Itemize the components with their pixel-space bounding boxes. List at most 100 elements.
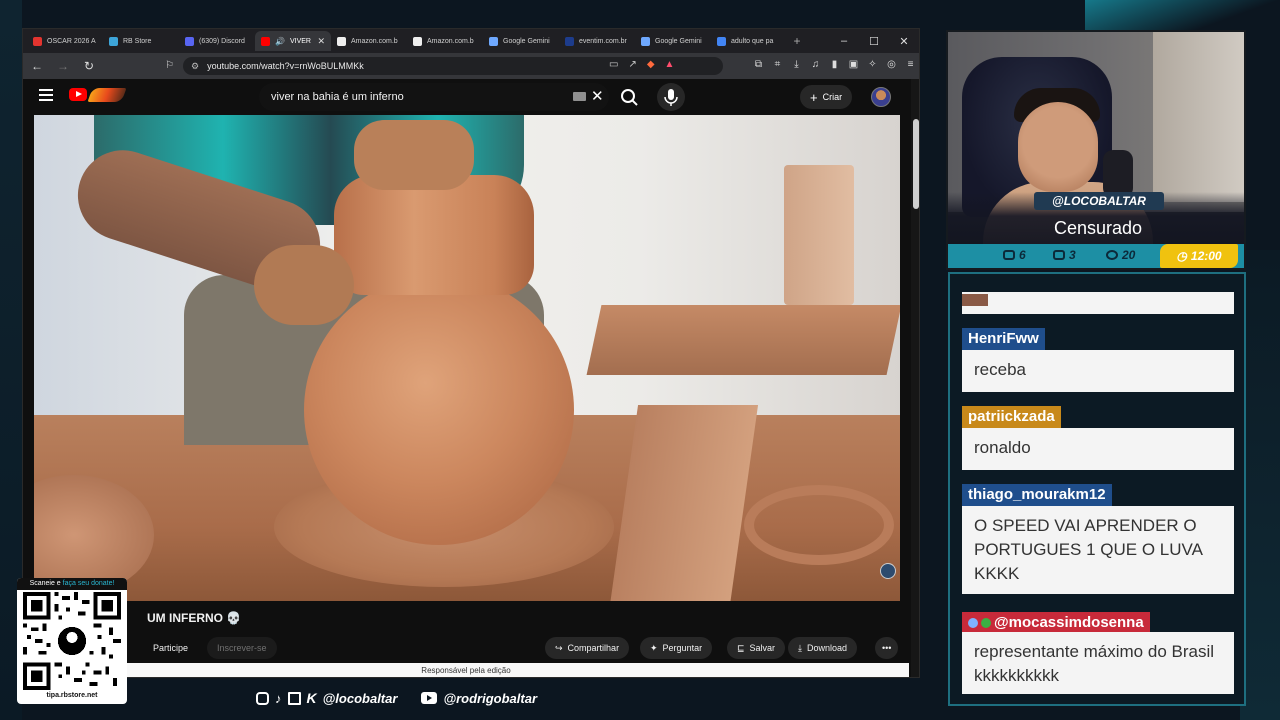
video-title: UM INFERNO 💀: [147, 611, 242, 625]
join-button[interactable]: Participe: [143, 637, 198, 659]
rewards-icon[interactable]: ▲: [665, 59, 675, 70]
vpn-icon[interactable]: ◎: [886, 59, 897, 70]
chat-message: ronaldo: [962, 428, 1234, 470]
tab-favicon-icon: [717, 36, 726, 46]
chat-count: 6: [1003, 248, 1026, 262]
bookmark-icon: ⊑: [737, 642, 745, 653]
extensions-icon[interactable]: ⧉: [753, 59, 764, 70]
kick-icon: K: [306, 690, 317, 706]
more-actions-button[interactable]: •••: [875, 637, 899, 659]
wallet-icon[interactable]: ▣: [848, 59, 859, 70]
download-button[interactable]: ⤓ Download: [788, 637, 858, 659]
address-actions: ▭ ↗ ◆ ▲: [609, 59, 674, 70]
donate-url: tipa.rbstore.net: [46, 692, 98, 699]
browser-tab[interactable]: Google Gemini: [483, 31, 559, 51]
sparkle-icon: ✦: [650, 642, 658, 653]
tab-favicon-icon: [413, 36, 422, 46]
tab-favicon-icon: [565, 36, 574, 46]
browser-tab[interactable]: (6309) Discord: [179, 31, 255, 51]
tab-favicon-icon: [489, 36, 498, 46]
forward-icon[interactable]: →: [55, 59, 71, 73]
browser-tab[interactable]: RB Store: [103, 31, 179, 51]
ai-icon[interactable]: ✧: [867, 59, 878, 70]
chat-message: O SPEED VAI APRENDER O PORTUGUES 1 QUE O…: [962, 506, 1234, 594]
browser-tab[interactable]: eventim.com.br: [559, 31, 635, 51]
music-icon[interactable]: ♫: [810, 59, 821, 70]
create-button[interactable]: + Criar: [800, 85, 853, 109]
donate-qr-card[interactable]: Scaneie e faça seu donate! tipa.rbstore.…: [17, 578, 127, 704]
chat-message: representante máximo do Brasil kkkkkkkkk…: [962, 632, 1234, 694]
video-info: UM INFERNO 💀 Participe Inscrever-se ↪ Com…: [23, 601, 919, 677]
share-button[interactable]: ↪ Compartilhar: [545, 637, 630, 659]
browser-tab[interactable]: Google Gemini: [635, 31, 711, 51]
chat-username: HenriFww: [962, 328, 1045, 350]
microphone-icon: [664, 89, 678, 106]
download-icon: ⤓: [798, 642, 802, 653]
search-input[interactable]: viver na bahia é um inferno: [259, 83, 609, 111]
youtube-header: viver na bahia é um inferno ✕ + Criar: [23, 79, 919, 115]
tab-favicon-icon: [33, 36, 42, 46]
discord-icon: [1106, 250, 1118, 260]
youtube-doodle[interactable]: [87, 88, 127, 102]
youtube-icon: [421, 692, 438, 704]
subscribe-button[interactable]: Inscrever-se: [207, 637, 277, 659]
browser-tab[interactable]: Amazon.com.b: [331, 31, 407, 51]
chat-icon: [1003, 250, 1015, 260]
browser-tab-active[interactable]: 🔊 VIVER ✕: [255, 31, 331, 51]
chat-panel: HenriFww receba patriickzada ronaldo thi…: [948, 272, 1246, 706]
chat-username: thiago_mourakm12: [962, 484, 1112, 506]
tab-bar: OSCAR 2026 A RB Store (6309) Discord 🔊 VI…: [23, 29, 919, 53]
download-icon[interactable]: ⤓: [791, 59, 802, 70]
share-icon: ↪: [555, 642, 563, 653]
minimize-icon[interactable]: –: [829, 35, 859, 48]
channel-watermark-icon[interactable]: [880, 563, 896, 579]
cast-icon[interactable]: ▭: [609, 59, 618, 70]
skull-icon: 💀: [226, 611, 242, 625]
browser-tab[interactable]: adulto que pa: [711, 31, 787, 51]
clear-search-icon[interactable]: ✕: [591, 87, 604, 105]
youtube-logo[interactable]: [69, 88, 87, 101]
close-tab-icon[interactable]: ✕: [317, 36, 325, 47]
reload-icon[interactable]: ↻: [81, 59, 97, 73]
bookmark-icon[interactable]: ⚐: [165, 60, 174, 71]
qr-code: [23, 592, 121, 690]
speaker-icon[interactable]: 🔊: [275, 37, 285, 46]
qr-header: Scaneie e faça seu donate!: [17, 578, 127, 590]
background-accent: [1085, 0, 1280, 30]
ask-button[interactable]: ✦ Perguntar: [640, 637, 713, 659]
browser-window: OSCAR 2026 A RB Store (6309) Discord 🔊 VI…: [22, 28, 920, 678]
voice-search-button[interactable]: [657, 83, 685, 111]
browser-tab[interactable]: Amazon.com.b: [407, 31, 483, 51]
save-button[interactable]: ⊑ Salvar: [727, 637, 786, 659]
video-player[interactable]: [34, 115, 900, 601]
scrollbar-thumb[interactable]: [913, 119, 919, 209]
hamburger-menu-icon[interactable]: [39, 89, 53, 104]
tab-favicon-icon: [337, 36, 346, 46]
plus-icon: +: [810, 89, 818, 105]
sidebar-icon[interactable]: ▮: [829, 59, 840, 70]
tab-favicon-icon: [641, 36, 650, 46]
microphone: [1103, 150, 1133, 198]
window-controls: – ☐ ✕: [829, 35, 919, 48]
emote-icon: [962, 294, 988, 306]
chat-message-partial: [962, 292, 1234, 314]
search-icon: [621, 89, 638, 106]
menu-icon[interactable]: ≡: [905, 59, 916, 70]
tab-favicon-icon: [109, 36, 118, 46]
keyboard-icon[interactable]: [573, 92, 586, 101]
instagram-icon: [256, 691, 269, 705]
site-info-icon[interactable]: ⚙: [191, 61, 199, 72]
social-links: ♪ K @locobaltar @rodrigobaltar: [256, 688, 537, 708]
discord-count: 20: [1106, 248, 1135, 262]
twitch-icon: [287, 691, 301, 705]
new-tab-button[interactable]: +: [787, 34, 807, 48]
share-icon[interactable]: ↗: [628, 59, 636, 70]
avatar[interactable]: [871, 87, 891, 107]
back-icon[interactable]: ←: [29, 59, 45, 73]
close-window-icon[interactable]: ✕: [889, 35, 919, 48]
capture-icon[interactable]: ⌗: [772, 59, 783, 70]
browser-tab[interactable]: OSCAR 2026 A: [27, 31, 103, 51]
maximize-icon[interactable]: ☐: [859, 35, 889, 48]
search-button[interactable]: [615, 83, 643, 111]
brave-shield-icon[interactable]: ◆: [647, 59, 655, 70]
